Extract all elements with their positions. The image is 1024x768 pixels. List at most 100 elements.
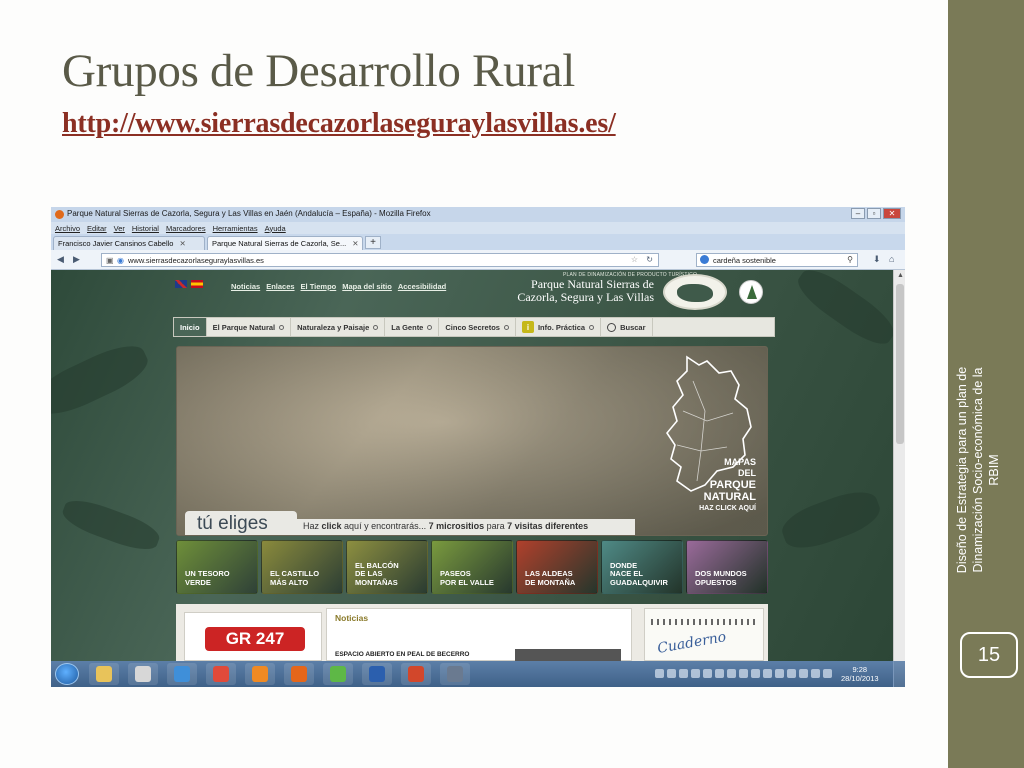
tray-icon[interactable] — [775, 669, 784, 678]
bookmark-star-icon[interactable]: ☆ — [631, 255, 638, 264]
menu-ayuda[interactable]: Ayuda — [265, 224, 286, 233]
notebook-panel[interactable]: Cuaderno — [644, 608, 764, 661]
home-icon[interactable]: ⌂ — [889, 254, 894, 264]
start-button[interactable] — [55, 663, 79, 685]
download-icon[interactable]: ⬇ — [873, 254, 881, 265]
maps-link[interactable]: MAPAS DEL PARQUE NATURAL HAZ CLICK AQUÍ — [684, 457, 756, 514]
back-icon[interactable]: ◀ — [57, 254, 64, 265]
search-icon[interactable]: ⚲ — [847, 255, 853, 264]
tile-aldeas-montana[interactable]: LAS ALDEAS DE MONTAÑA — [516, 540, 598, 594]
window-title: Parque Natural Sierras de Cazorla, Segur… — [67, 209, 431, 218]
cta-click: click — [321, 521, 342, 531]
tile-balcon-montanas[interactable]: EL BALCÓN DE LAS MONTAÑAS — [346, 540, 428, 594]
refresh-icon[interactable]: ↻ — [646, 255, 653, 264]
brand-line-2: Cazorla, Segura y Las Villas — [517, 290, 654, 304]
web-page: Noticias Enlaces El Tiempo Mapa del siti… — [51, 270, 905, 661]
menu-marcadores[interactable]: Marcadores — [166, 224, 206, 233]
nav-naturaleza-y-paisaje[interactable]: Naturaleza y Paisaje — [291, 318, 386, 336]
word-icon[interactable] — [362, 663, 392, 685]
show-desktop-button[interactable] — [893, 661, 905, 687]
menu-editar[interactable]: Editar — [87, 224, 107, 233]
chrome-alt-icon[interactable] — [128, 663, 158, 685]
link-mapa-del-sitio[interactable]: Mapa del sitio — [342, 282, 392, 291]
powerpoint-icon[interactable] — [401, 663, 431, 685]
menu-herramientas[interactable]: Herramientas — [213, 224, 258, 233]
tab-parque-natural[interactable]: Parque Natural Sierras de Cazorla, Se...… — [207, 236, 363, 250]
ie-icon[interactable] — [167, 663, 197, 685]
news-item[interactable]: ESPACIO ABIERTO EN PEAL DE BECERRO — [335, 651, 469, 658]
explorer-icon[interactable] — [89, 663, 119, 685]
new-tab-button[interactable]: + — [365, 236, 381, 249]
tab-label: Francisco Javier Cansinos Cabello — [58, 239, 174, 248]
site-brand[interactable]: Parque Natural Sierras de Cazorla, Segur… — [494, 278, 654, 304]
tray-icon[interactable] — [787, 669, 796, 678]
tray-icon[interactable] — [655, 669, 664, 678]
slide-title: Grupos de Desarrollo Rural — [62, 45, 575, 97]
tray-icon[interactable] — [703, 669, 712, 678]
maps-cta: HAZ CLICK AQUÍ — [699, 505, 756, 512]
tile-dos-mundos[interactable]: DOS MUNDOS OPUESTOS — [686, 540, 768, 594]
menu-ver[interactable]: Ver — [114, 224, 125, 233]
cta-visits: 7 visitas diferentes — [507, 521, 589, 531]
tile-guadalquivir[interactable]: DONDE NACE EL GUADALQUIVIR — [601, 540, 683, 594]
english-flag-icon[interactable] — [175, 280, 187, 288]
nav-la-gente[interactable]: La Gente — [385, 318, 440, 336]
tile-label: DOS MUNDOS OPUESTOS — [695, 569, 747, 587]
hero-cta-text[interactable]: Haz click aquí y encontrarás... 7 micros… — [303, 521, 588, 531]
search-engine-icon[interactable] — [700, 255, 709, 264]
link-enlaces[interactable]: Enlaces — [266, 282, 294, 291]
cta-mid: aquí y encontrarás... — [341, 521, 429, 531]
tray-icon[interactable] — [679, 669, 688, 678]
tile-castillo-mas-alto[interactable]: EL CASTILLO MÁS ALTO — [261, 540, 343, 594]
news-photo[interactable] — [515, 649, 621, 661]
nav-el-parque-natural[interactable]: El Parque Natural — [207, 318, 292, 336]
tray-icon[interactable] — [691, 669, 700, 678]
tile-tesoro-verde[interactable]: UN TESORO VERDE — [176, 540, 258, 594]
tray-icon[interactable] — [715, 669, 724, 678]
nav-inicio[interactable]: Inicio — [174, 318, 207, 336]
tray-icon[interactable] — [811, 669, 820, 678]
gr247-badge[interactable]: GR 247 — [205, 627, 305, 651]
tile-paseos-valle[interactable]: PASEOS POR EL VALLE — [431, 540, 513, 594]
nav-info-practica[interactable]: i Info. Práctica — [516, 318, 602, 336]
tray-icon[interactable] — [727, 669, 736, 678]
menu-historial[interactable]: Historial — [132, 224, 159, 233]
media-player-icon[interactable] — [245, 663, 275, 685]
tray-icon[interactable] — [823, 669, 832, 678]
junta-emblem-icon[interactable] — [739, 280, 763, 304]
tray-icon[interactable] — [667, 669, 676, 678]
tab-close-icon[interactable]: ✕ — [179, 239, 185, 248]
park-logo[interactable] — [663, 274, 727, 310]
dropdown-dot-icon — [503, 324, 509, 330]
slide-link[interactable]: http://www.sierrasdecazorlaseguraylasvil… — [62, 108, 616, 140]
identity-icon[interactable]: ▣ — [106, 256, 114, 265]
app-icon[interactable] — [440, 663, 470, 685]
link-accesibilidad[interactable]: Accesibilidad — [398, 282, 446, 291]
link-el-tiempo[interactable]: El Tiempo — [301, 282, 337, 291]
windows-taskbar: 9:28 28/10/2013 — [51, 661, 905, 687]
hero-banner[interactable]: MAPAS DEL PARQUE NATURAL HAZ CLICK AQUÍ … — [176, 346, 768, 536]
powerpoint-icon-glyph — [408, 666, 424, 682]
scroll-thumb[interactable] — [896, 284, 904, 444]
nav-cinco-secretos[interactable]: Cinco Secretos — [439, 318, 516, 336]
firefox-icon[interactable] — [284, 663, 314, 685]
link-noticias[interactable]: Noticias — [231, 282, 260, 291]
tab-close-icon[interactable]: ✕ — [352, 239, 358, 248]
url-bar[interactable]: ▣ ◉ www.sierrasdecazorlaseguraylasvillas… — [101, 253, 659, 267]
menu-archivo[interactable]: Archivo — [55, 224, 80, 233]
nav-buscar[interactable]: Buscar — [601, 318, 653, 336]
page-scrollbar[interactable]: ▲ — [893, 270, 905, 661]
tray-icon[interactable] — [751, 669, 760, 678]
spotify-icon[interactable] — [323, 663, 353, 685]
news-heading[interactable]: Noticias — [335, 613, 368, 623]
chrome-icon[interactable] — [206, 663, 236, 685]
tab-facebook[interactable]: Francisco Javier Cansinos Cabello ✕ — [53, 236, 205, 250]
forward-icon[interactable]: ▶ — [73, 254, 80, 265]
spanish-flag-icon[interactable] — [191, 280, 203, 288]
tray-icon[interactable] — [763, 669, 772, 678]
tray-icon[interactable] — [739, 669, 748, 678]
search-input[interactable]: cardeña sostenible ⚲ — [696, 253, 858, 267]
taskbar-clock[interactable]: 9:28 28/10/2013 — [841, 665, 879, 683]
tray-icon[interactable] — [799, 669, 808, 678]
scroll-up-icon[interactable]: ▲ — [897, 272, 904, 279]
